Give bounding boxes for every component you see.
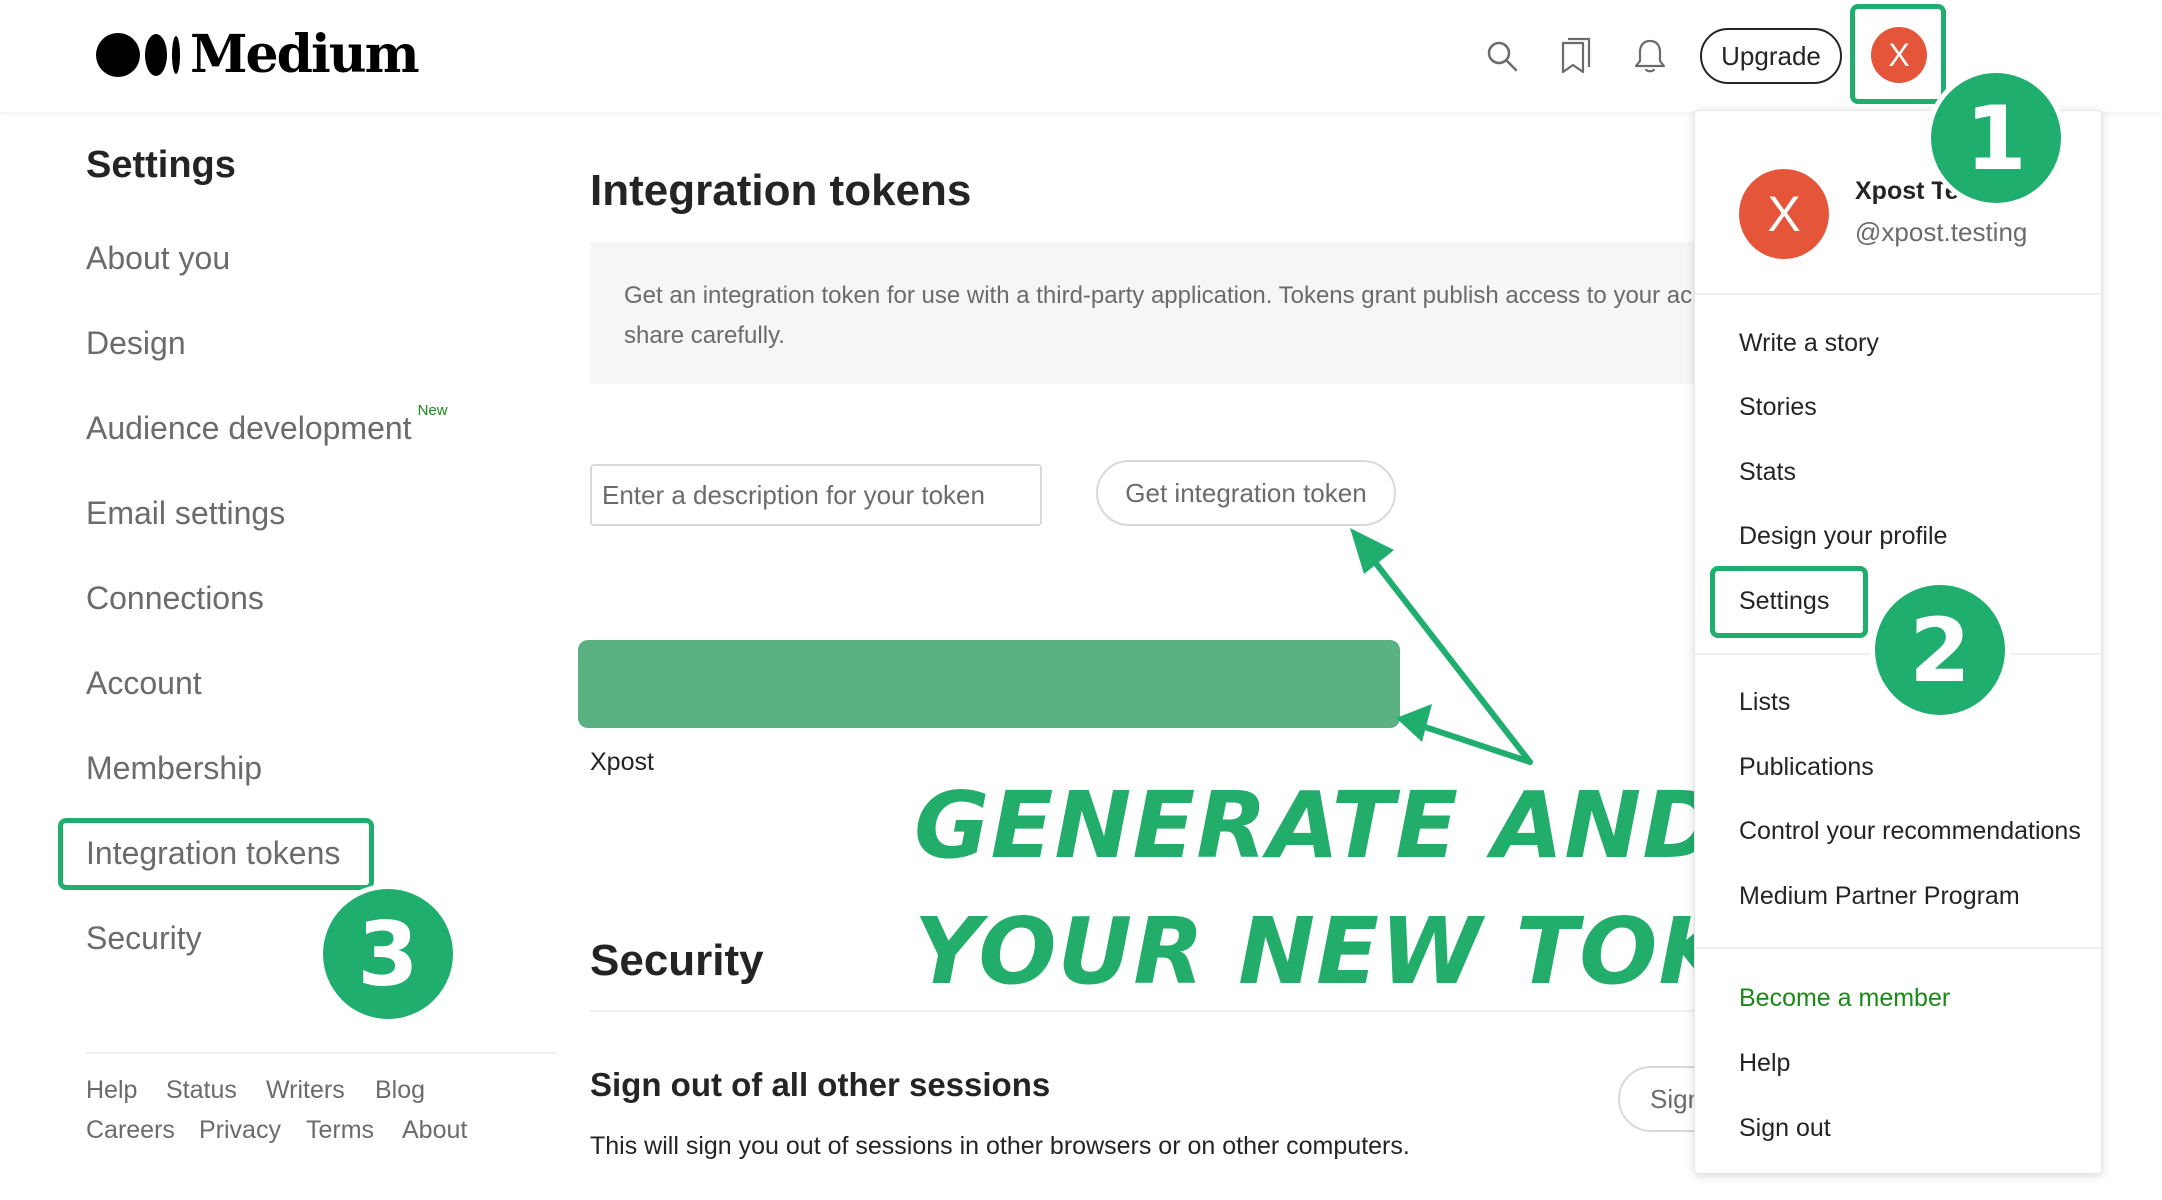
menu-item-write-a-story[interactable]: Write a story: [1739, 329, 1879, 358]
menu-item-control-recommendations[interactable]: Control your recommendations: [1739, 817, 2081, 846]
dropdown-user-handle: @xpost.testing: [1855, 217, 2028, 247]
dropdown-avatar[interactable]: X: [1739, 169, 1829, 259]
menu-item-lists[interactable]: Lists: [1739, 688, 1790, 717]
dropdown-divider: [1695, 947, 2101, 949]
menu-item-stories[interactable]: Stories: [1739, 393, 1817, 422]
step-3-badge: 3: [318, 884, 458, 1024]
step-2-badge: 2: [1870, 580, 2010, 720]
menu-item-partner-program[interactable]: Medium Partner Program: [1739, 882, 2020, 911]
menu-item-sign-out[interactable]: Sign out: [1739, 1114, 1831, 1143]
settings-highlight: [1710, 566, 1868, 638]
menu-item-stats[interactable]: Stats: [1739, 458, 1796, 487]
menu-item-design-your-profile[interactable]: Design your profile: [1739, 522, 1947, 551]
dropdown-divider: [1695, 293, 2101, 295]
menu-item-become-a-member[interactable]: Become a member: [1739, 984, 1950, 1013]
step-1-badge: 1: [1926, 68, 2066, 208]
menu-item-publications[interactable]: Publications: [1739, 753, 1874, 782]
menu-item-help[interactable]: Help: [1739, 1049, 1790, 1078]
